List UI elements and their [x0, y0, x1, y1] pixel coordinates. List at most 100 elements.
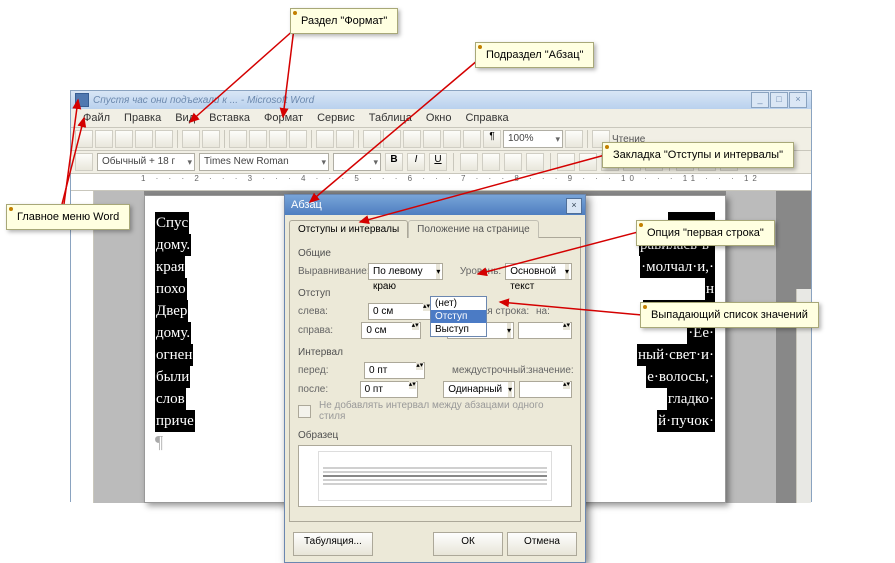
pilcrow-icon[interactable]: ¶	[483, 130, 501, 148]
table-icon[interactable]	[383, 130, 401, 148]
level-select[interactable]: Основной текст	[505, 263, 572, 280]
menu-service[interactable]: Сервис	[311, 110, 361, 126]
close-icon[interactable]: ×	[789, 92, 807, 108]
align-justify-icon[interactable]	[526, 153, 544, 171]
titlebar-text: Спустя час они подъехали к ... - Microso…	[93, 95, 314, 106]
maximize-icon[interactable]: □	[770, 92, 788, 108]
firstline-on: на:	[536, 306, 556, 317]
new-icon[interactable]	[75, 130, 93, 148]
right-label: справа:	[298, 325, 357, 336]
zoom-combo[interactable]: 100%	[503, 130, 563, 148]
align-select[interactable]: По левому краю	[368, 263, 443, 280]
dialog-buttons: Табуляция... ОК Отмена	[285, 526, 585, 562]
preview-icon[interactable]	[155, 130, 173, 148]
line-amount-spin[interactable]	[519, 381, 572, 398]
cut-icon[interactable]	[229, 130, 247, 148]
doc-map-icon[interactable]	[463, 130, 481, 148]
italic-icon[interactable]: I	[407, 153, 425, 171]
menu-table[interactable]: Таблица	[363, 110, 418, 126]
research-icon[interactable]	[202, 130, 220, 148]
line-select[interactable]: Одинарный	[443, 381, 515, 398]
dd-item-none[interactable]: (нет)	[431, 297, 486, 310]
tab-indents[interactable]: Отступы и интервалы	[289, 220, 408, 238]
spell-icon[interactable]	[182, 130, 200, 148]
left-gray	[94, 191, 144, 503]
before-spin[interactable]: 0 пт	[364, 362, 425, 379]
font-combo[interactable]: Times New Roman	[199, 153, 329, 171]
size-combo[interactable]	[333, 153, 381, 171]
word-icon	[75, 93, 89, 107]
undo-icon[interactable]	[316, 130, 334, 148]
line-spacing-icon[interactable]	[557, 153, 575, 171]
bold-icon[interactable]: B	[385, 153, 403, 171]
preview-box	[298, 445, 572, 507]
no-space-label: Не добавлять интервал между абзацами одн…	[319, 400, 572, 422]
save-icon[interactable]	[115, 130, 133, 148]
menu-edit[interactable]: Правка	[118, 110, 167, 126]
menu-format[interactable]: Формат	[258, 110, 309, 126]
menu-window[interactable]: Окно	[420, 110, 458, 126]
menu-file[interactable]: Файл	[77, 110, 116, 126]
group-preview: Образец	[298, 430, 572, 507]
link-icon[interactable]	[363, 130, 381, 148]
numbering-icon[interactable]	[579, 153, 597, 171]
left-label: слева:	[298, 306, 364, 317]
callout-paragraph: Подраздел "Абзац"	[475, 42, 594, 68]
open-icon[interactable]	[95, 130, 113, 148]
callout-main-menu: Главное меню Word	[6, 204, 130, 230]
style-combo[interactable]: Обычный + 18 г	[97, 153, 195, 171]
line-label: междустрочный:	[452, 365, 524, 376]
dd-item-hanging[interactable]: Выступ	[431, 323, 486, 336]
columns-icon[interactable]	[423, 130, 441, 148]
dialog-pane: Общие Выравнивание: По левому краю Урове…	[289, 237, 581, 522]
tab-position[interactable]: Положение на странице	[408, 220, 538, 238]
ruler-horizontal[interactable]: 1 · · · 2 · · · 3 · · · 4 · · · 5 · · · …	[71, 174, 811, 191]
callout-format: Раздел "Формат"	[290, 8, 398, 34]
after-label: после:	[298, 384, 356, 395]
underline-icon[interactable]: U	[429, 153, 447, 171]
after-spin[interactable]: 0 пт	[360, 381, 418, 398]
group-spacing: Интервал перед: 0 пт междустрочный: знач…	[298, 347, 572, 422]
align-center-icon[interactable]	[482, 153, 500, 171]
firstline-dropdown-list[interactable]: (нет) Отступ Выступ	[430, 296, 487, 337]
align-left-icon[interactable]	[460, 153, 478, 171]
level-label: Уровень:	[460, 266, 501, 277]
menubar[interactable]: Файл Правка Вид Вставка Формат Сервис Та…	[71, 109, 811, 128]
menu-insert[interactable]: Вставка	[203, 110, 256, 126]
tabulation-button[interactable]: Табуляция...	[293, 532, 373, 556]
paste-icon[interactable]	[269, 130, 287, 148]
callout-dropdown: Выпадающий список значений	[640, 302, 819, 328]
ok-button[interactable]: ОК	[433, 532, 503, 556]
print-icon[interactable]	[135, 130, 153, 148]
titlebar: Спустя час они подъехали к ... - Microso…	[71, 91, 811, 109]
group-general: Общие Выравнивание: По левому краю Урове…	[298, 248, 572, 280]
callout-first-line: Опция "первая строка"	[636, 220, 775, 246]
dialog-close-icon[interactable]: ×	[566, 198, 582, 214]
align-right-icon[interactable]	[504, 153, 522, 171]
before-label: перед:	[298, 365, 360, 376]
no-space-checkbox[interactable]	[298, 405, 311, 418]
group-general-title: Общие	[298, 248, 572, 259]
callout-tab-indent: Закладка "Отступы и интервалы"	[602, 142, 794, 168]
format-painter-icon[interactable]	[289, 130, 307, 148]
cancel-button[interactable]: Отмена	[507, 532, 577, 556]
styles-icon[interactable]	[75, 153, 93, 171]
dd-item-indent[interactable]: Отступ	[431, 310, 486, 323]
group-spacing-title: Интервал	[298, 347, 572, 358]
menu-help[interactable]: Справка	[459, 110, 514, 126]
dialog-title-text: Абзац	[291, 199, 322, 211]
menu-view[interactable]: Вид	[169, 110, 201, 126]
left-spin[interactable]: 0 см	[368, 303, 432, 320]
window-buttons[interactable]: _ □ ×	[751, 92, 807, 108]
right-spin[interactable]: 0 см	[361, 322, 420, 339]
copy-icon[interactable]	[249, 130, 267, 148]
redo-icon[interactable]	[336, 130, 354, 148]
help-icon[interactable]	[565, 130, 583, 148]
firstline-amount-spin[interactable]	[518, 322, 572, 339]
drawing-icon[interactable]	[443, 130, 461, 148]
minimize-icon[interactable]: _	[751, 92, 769, 108]
insert-table-icon[interactable]	[403, 130, 421, 148]
dialog-title[interactable]: Абзац ×	[285, 195, 585, 215]
align-label: Выравнивание:	[298, 266, 364, 277]
ruler-vertical[interactable]	[71, 191, 94, 503]
